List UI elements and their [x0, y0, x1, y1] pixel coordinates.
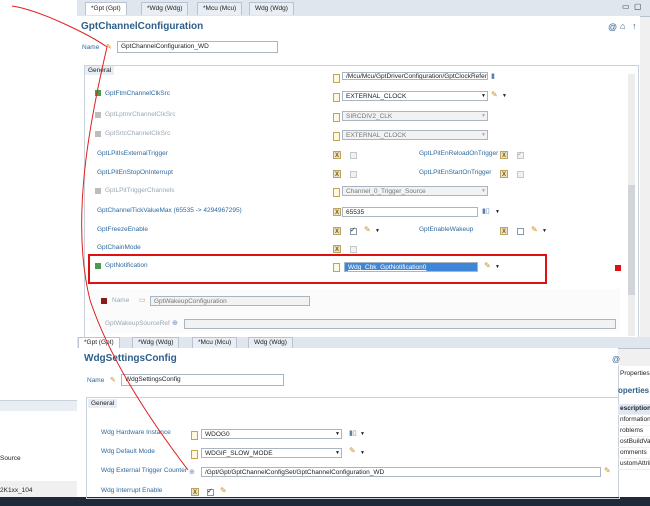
annotation-curve [11, 5, 189, 471]
